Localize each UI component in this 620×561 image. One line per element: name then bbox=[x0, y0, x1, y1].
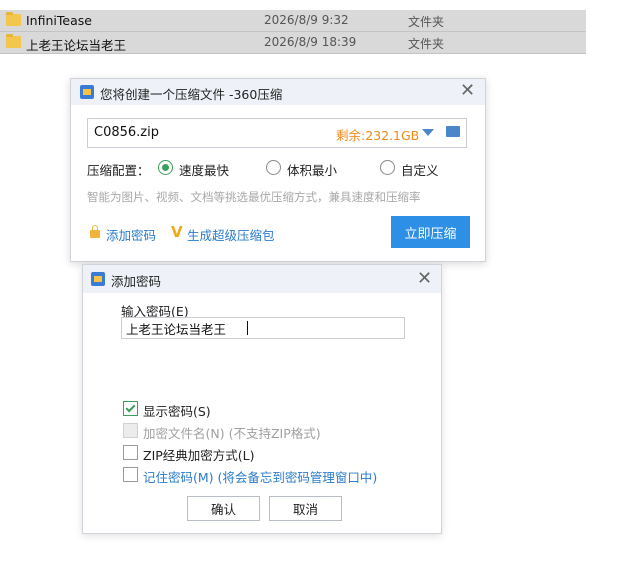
zip-classic-checkbox[interactable] bbox=[123, 445, 138, 460]
encrypt-filename-checkbox[interactable] bbox=[123, 423, 138, 438]
file-name: 上老王论坛当老王 bbox=[26, 38, 127, 53]
browse-folder-icon[interactable] bbox=[446, 126, 460, 137]
option-custom-label[interactable]: 自定义 bbox=[401, 160, 439, 179]
file-type: 文件夹 bbox=[408, 37, 445, 51]
super-package-link[interactable]: 生成超级压缩包 bbox=[187, 225, 275, 244]
file-date: 2026/8/9 18:39 bbox=[264, 35, 357, 49]
file-date: 2026/8/9 9:32 bbox=[264, 13, 349, 27]
option-smallest-size-label[interactable]: 体积最小 bbox=[287, 160, 337, 179]
zip-classic-label[interactable]: ZIP经典加密方式(L) bbox=[143, 445, 255, 464]
file-row-infinitease[interactable]: InfiniTease 2026/8/9 9:32 文件夹 bbox=[0, 10, 586, 32]
compress-dialog: 您将创建一个压缩文件 -360压缩 ✕ C0856.zip 剩余:232.1GB… bbox=[70, 78, 486, 262]
show-password-checkbox[interactable] bbox=[123, 401, 138, 416]
ok-button[interactable]: 确认 bbox=[187, 496, 260, 521]
option-speed-fastest-label[interactable]: 速度最快 bbox=[179, 160, 229, 179]
close-icon[interactable]: ✕ bbox=[460, 82, 475, 100]
remember-password-checkbox[interactable] bbox=[123, 467, 138, 482]
free-space-label: 剩余:232.1GB bbox=[336, 128, 420, 143]
output-filename[interactable]: C0856.zip bbox=[94, 125, 159, 140]
compress-now-button[interactable]: 立即压缩 bbox=[391, 216, 470, 248]
compress-dialog-titlebar: 您将创建一个压缩文件 -360压缩 ✕ bbox=[71, 79, 485, 105]
folder-icon bbox=[6, 34, 21, 48]
password-dialog-title: 添加密码 bbox=[111, 274, 162, 289]
360zip-app-icon bbox=[91, 272, 105, 286]
output-path-field[interactable]: C0856.zip 剩余:232.1GB bbox=[87, 118, 467, 148]
file-name: InfiniTease bbox=[26, 13, 92, 28]
encrypt-filename-label: 加密文件名(N) (不支持ZIP格式) bbox=[143, 426, 321, 441]
password-dialog: 添加密码 ✕ 输入密码(E) 显示密码(S) 加密文件名(N) (不支持ZIP格… bbox=[82, 264, 442, 534]
add-password-link[interactable]: 添加密码 bbox=[106, 225, 156, 244]
password-input[interactable] bbox=[121, 317, 405, 339]
compress-dialog-title: 您将创建一个压缩文件 -360压缩 bbox=[100, 87, 283, 102]
folder-icon bbox=[6, 12, 21, 26]
compress-hint-text: 智能为图片、视频、文档等挑选最优压缩方式，兼具速度和压缩率 bbox=[87, 190, 421, 204]
360zip-app-icon bbox=[80, 85, 94, 99]
file-type: 文件夹 bbox=[408, 15, 445, 29]
config-label: 压缩配置： bbox=[87, 163, 150, 178]
show-password-label[interactable]: 显示密码(S) bbox=[143, 401, 211, 420]
text-caret bbox=[247, 321, 248, 335]
file-row-laowang[interactable]: 上老王论坛当老王 2026/8/9 18:39 文件夹 bbox=[0, 32, 586, 54]
remember-password-label[interactable]: 记住密码(M) (将会备忘到密码管理窗口中) bbox=[143, 467, 377, 486]
vip-v-icon: V bbox=[171, 223, 183, 241]
cancel-button[interactable]: 取消 bbox=[269, 496, 342, 521]
radio-custom[interactable] bbox=[380, 160, 395, 175]
close-icon[interactable]: ✕ bbox=[417, 270, 432, 288]
radio-speed-fastest[interactable] bbox=[158, 160, 173, 175]
password-dialog-titlebar: 添加密码 ✕ bbox=[83, 265, 441, 293]
radio-smallest-size[interactable] bbox=[266, 160, 281, 175]
lock-icon[interactable] bbox=[90, 225, 100, 238]
dropdown-arrow-icon[interactable] bbox=[422, 129, 434, 136]
